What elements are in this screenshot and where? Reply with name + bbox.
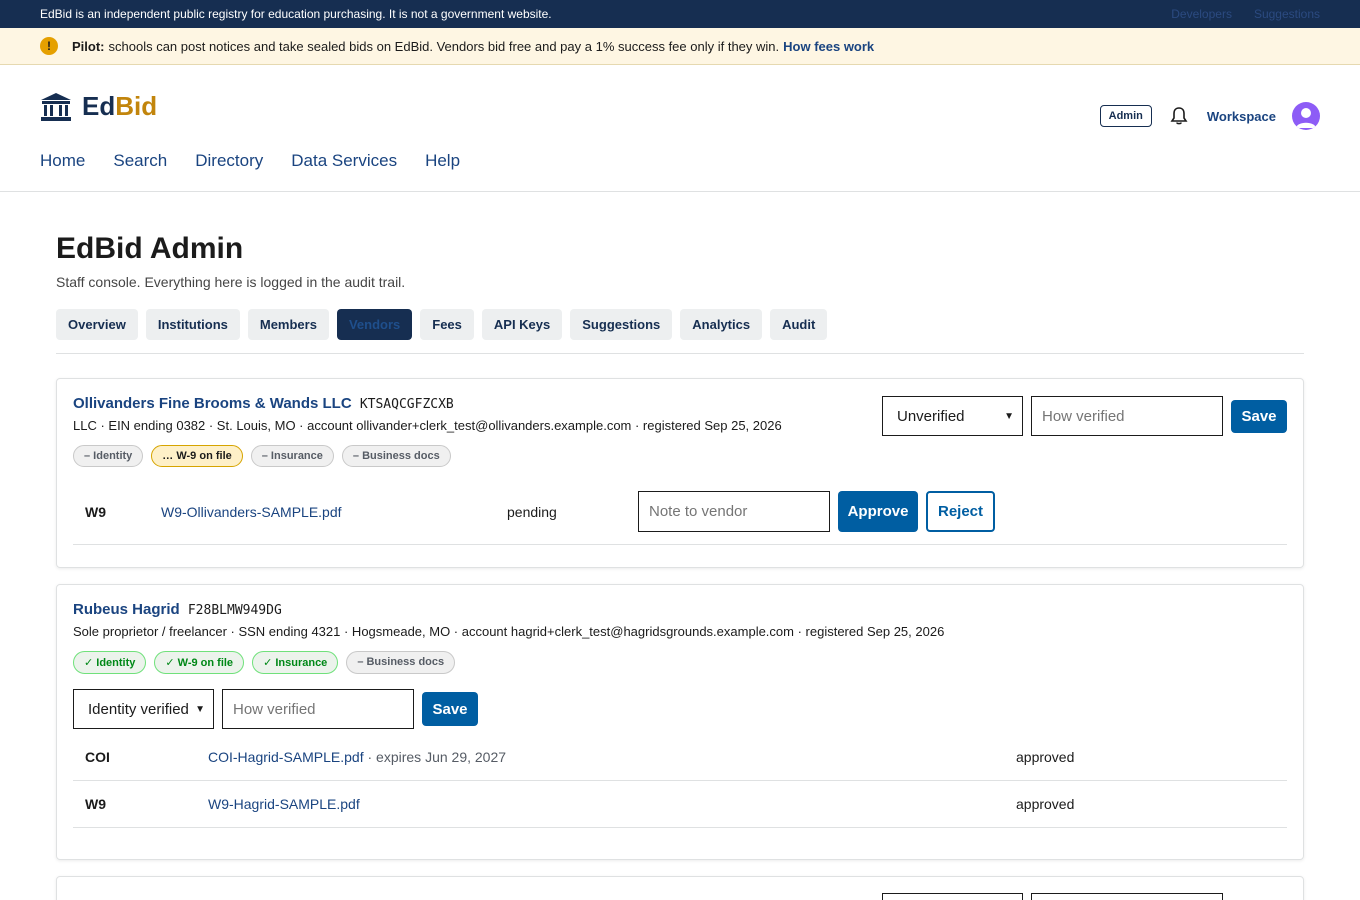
verification-status-select[interactable]: Identity verified ▼: [73, 689, 214, 729]
tab-analytics[interactable]: Analytics: [680, 309, 763, 340]
vendor-title: Rubeus Hagrid F28BLMW949DG: [73, 601, 1287, 618]
tab-api-keys[interactable]: API Keys: [481, 309, 563, 340]
approve-button[interactable]: Approve: [838, 491, 918, 532]
disclaimer-text: EdBid is an independent public registry …: [40, 7, 552, 21]
chip-business-docs: – Business docs: [341, 445, 451, 467]
vendor-card: Ollivanders Fine Brooms & Wands LLC KTSA…: [56, 378, 1304, 568]
banner-text: schools can post notices and take sealed…: [108, 38, 780, 54]
document-row: W9 W9-Ollivanders-SAMPLE.pdf pending Not…: [73, 479, 1287, 545]
institution-icon: [41, 92, 71, 121]
chip-insurance: – Insurance: [250, 445, 334, 467]
user-icon: [1296, 108, 1316, 128]
chip-w9: … W-9 on file: [151, 445, 243, 467]
doc-file-link[interactable]: COI-Hagrid-SAMPLE.pdf: [208, 749, 364, 765]
vendor-code: F28BLMW949DG: [187, 603, 282, 618]
developers-link[interactable]: Developers: [1171, 7, 1232, 21]
doc-file-link[interactable]: W9-Ollivanders-SAMPLE.pdf: [161, 504, 507, 520]
nav-search[interactable]: Search: [113, 151, 167, 171]
document-row: COI COI-Hagrid-SAMPLE.pdf · expires Jun …: [73, 733, 1287, 781]
chip-business-docs: – Business docs: [346, 651, 456, 674]
doc-file-cell: COI-Hagrid-SAMPLE.pdf · expires Jun 29, …: [208, 749, 1016, 765]
reject-button[interactable]: Reject: [926, 491, 995, 532]
note-to-vendor-input[interactable]: Note to vendor: [638, 491, 830, 532]
save-button[interactable]: Save: [1231, 399, 1287, 433]
save-button[interactable]: Save: [422, 692, 478, 726]
tab-vendors[interactable]: Vendors: [336, 309, 413, 340]
warning-icon: !: [40, 37, 58, 55]
tab-overview[interactable]: Overview: [56, 309, 138, 340]
admin-tabs: Overview Institutions Members Vendors Fe…: [56, 309, 1304, 354]
doc-status: approved: [1016, 748, 1075, 765]
chip-identity: ✓ Identity: [73, 651, 147, 674]
bell-icon[interactable]: [1169, 106, 1189, 126]
banner-label: Pilot:: [72, 38, 105, 54]
vendor-card: Rubeus Hagrid F28BLMW949DG Sole propriet…: [56, 584, 1304, 860]
doc-type: W9: [85, 503, 106, 520]
avatar[interactable]: [1292, 102, 1320, 130]
chip-insurance: ✓ Insurance: [252, 651, 339, 674]
chevron-down-icon: ▼: [195, 703, 205, 715]
top-disclaimer-bar: EdBid is an independent public registry …: [0, 0, 1360, 28]
chevron-down-icon: ▼: [1004, 410, 1014, 422]
verification-chips: ✓ Identity ✓ W-9 on file ✓ Insurance – B…: [73, 651, 1287, 674]
how-verified-input[interactable]: [1031, 893, 1223, 900]
doc-file-link[interactable]: W9-Hagrid-SAMPLE.pdf: [208, 796, 1016, 812]
how-verified-input[interactable]: How verified: [1031, 396, 1223, 436]
tab-members[interactable]: Members: [247, 309, 329, 340]
how-fees-work-link[interactable]: How fees work: [783, 39, 874, 54]
vendor-meta: Sole proprietor / freelancer · SSN endin…: [73, 624, 945, 639]
verification-chips: – Identity … W-9 on file – Insurance – B…: [73, 445, 1287, 467]
nav-data-services[interactable]: Data Services: [291, 151, 397, 171]
vendor-card: [56, 876, 1304, 900]
site-header: EdBid Home Search Directory Data Service…: [0, 65, 1360, 192]
page-title: EdBid Admin: [56, 232, 244, 265]
doc-expiry: · expires Jun 29, 2027: [367, 748, 507, 765]
tab-suggestions[interactable]: Suggestions: [570, 309, 673, 340]
doc-type: COI: [85, 748, 110, 765]
main-content: EdBid Admin Staff console. Everything he…: [0, 232, 1360, 900]
doc-status: approved: [1016, 796, 1075, 812]
doc-type: W9: [85, 796, 106, 812]
admin-badge[interactable]: Admin: [1099, 105, 1152, 127]
verification-status-select[interactable]: Unverified ▼: [882, 396, 1023, 436]
logo[interactable]: EdBid: [40, 91, 157, 122]
verification-status-select[interactable]: [882, 893, 1023, 900]
verification-controls: Identity verified ▼ How verified Save: [73, 689, 1287, 729]
nav-home[interactable]: Home: [40, 151, 85, 171]
header-actions: Admin Workspace: [1099, 102, 1320, 130]
nav-directory[interactable]: Directory: [195, 151, 263, 171]
verification-controls: [882, 893, 1223, 900]
tab-institutions[interactable]: Institutions: [145, 309, 240, 340]
page-subtitle: Staff console. Everything here is logged…: [56, 274, 406, 290]
tab-audit[interactable]: Audit: [770, 309, 828, 340]
nav-help[interactable]: Help: [425, 151, 460, 171]
tab-fees[interactable]: Fees: [420, 309, 474, 340]
workspace-link[interactable]: Workspace: [1207, 109, 1276, 124]
chip-w9: ✓ W-9 on file: [154, 651, 245, 674]
verification-controls: Unverified ▼ How verified Save: [882, 396, 1287, 436]
main-nav: Home Search Directory Data Services Help: [40, 151, 460, 171]
vendor-name[interactable]: Ollivanders Fine Brooms & Wands LLC: [73, 395, 352, 412]
topbar-links: Developers Suggestions: [1171, 7, 1320, 21]
logo-text: EdBid: [82, 91, 158, 121]
suggestions-link[interactable]: Suggestions: [1254, 7, 1320, 21]
doc-status: pending: [507, 503, 557, 520]
vendor-code: KTSAQCGFZCXB: [359, 397, 454, 412]
chip-identity: – Identity: [73, 445, 144, 467]
document-row: W9 W9-Hagrid-SAMPLE.pdf approved: [73, 781, 1287, 828]
how-verified-input[interactable]: How verified: [222, 689, 414, 729]
vendor-name[interactable]: Rubeus Hagrid: [73, 601, 180, 618]
pilot-banner: ! Pilot: schools can post notices and ta…: [0, 28, 1360, 65]
